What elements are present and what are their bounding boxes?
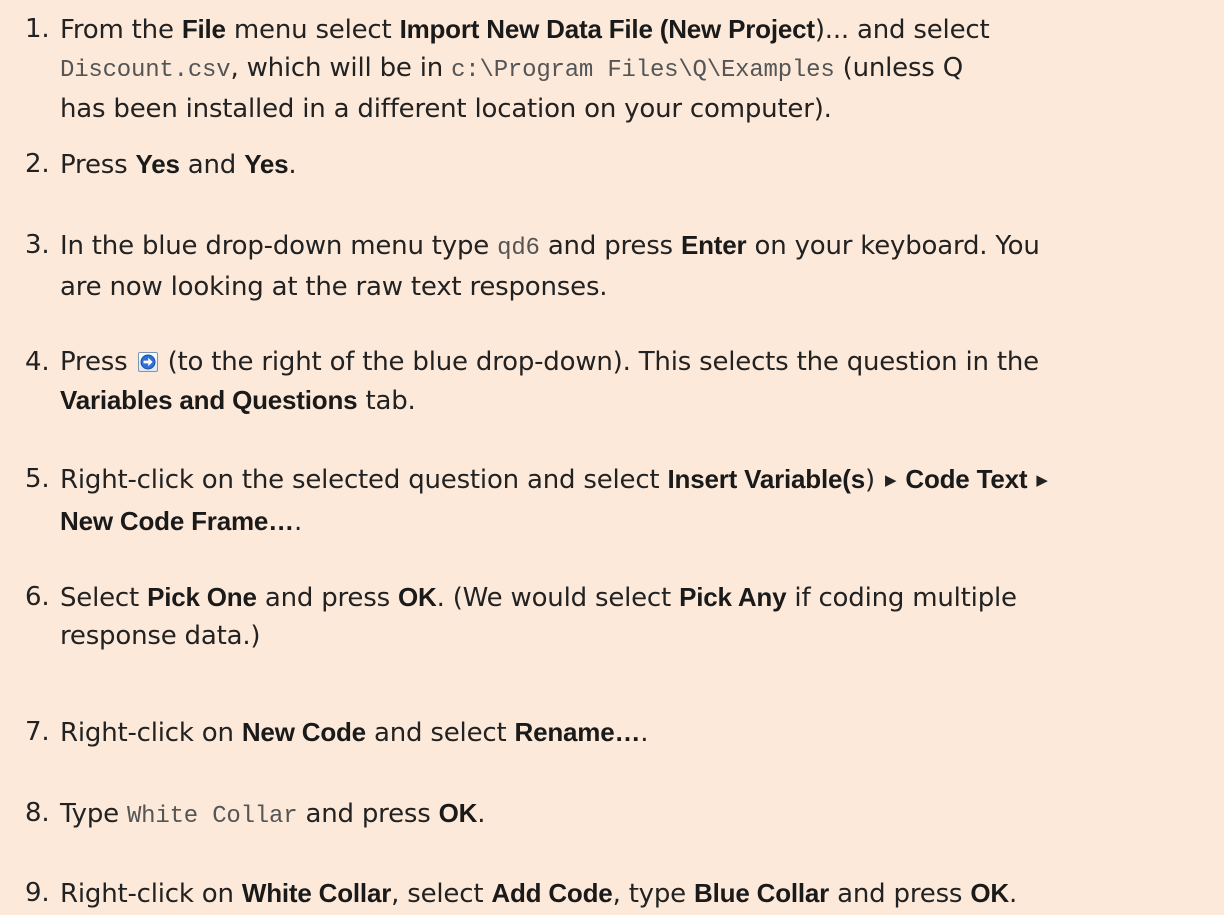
step-number: 2. — [25, 149, 50, 179]
text: . — [288, 150, 297, 180]
text: Select — [60, 583, 148, 613]
step-number: 9. — [25, 878, 50, 908]
step-line: Press (to the right of the blue drop-dow… — [60, 343, 1210, 381]
step-number: 6. — [25, 582, 50, 612]
instructions-page: 1. From the File menu select Import New … — [0, 0, 1224, 915]
step-line: response data.) — [60, 617, 1210, 655]
yes-label: Yes — [244, 149, 289, 179]
step-text: Right-click on White Collar, select Add … — [60, 874, 1224, 913]
text: Right-click on — [60, 879, 242, 909]
text: )... and select — [814, 15, 990, 45]
step-line: New Code Frame…. — [60, 502, 1210, 541]
step-number: 8. — [25, 798, 50, 828]
step-number: 4. — [25, 347, 50, 377]
rename-menu-label: Rename… — [514, 717, 641, 747]
step-line: Right-click on the selected question and… — [60, 460, 1210, 502]
add-code-label: Add Code — [491, 878, 613, 908]
enter-key-label: Enter — [680, 230, 747, 260]
text: . — [1008, 879, 1018, 909]
step-number: 1. — [25, 14, 50, 44]
text: if coding multiple — [786, 583, 1017, 613]
step-text: Type White Collar and press OK. — [60, 794, 1210, 836]
text: (to the right of the blue drop-down). Th… — [159, 347, 1040, 377]
text: and press — [829, 879, 971, 909]
step-text: Right-click on the selected question and… — [60, 460, 1210, 541]
step-text: In the blue drop-down menu type qd6 and … — [60, 226, 1210, 306]
go-to-question-icon — [137, 352, 158, 372]
yes-label: Yes — [135, 149, 180, 179]
text: . — [477, 799, 486, 829]
blue-collar-label: Blue Collar — [694, 878, 830, 908]
step-line: Discount.csv, which will be in c:\Progra… — [60, 49, 1210, 90]
step-line: Press Yes and Yes. — [60, 145, 1210, 184]
step-text: Right-click on New Code and select Renam… — [60, 713, 1210, 752]
file-menu-label: File — [181, 14, 226, 44]
text: and press — [297, 799, 439, 829]
code-text-menu-label: Code Text — [898, 464, 1035, 494]
variables-tab-label: Variables and Questions — [60, 385, 358, 415]
step-line: Select Pick One and press OK. (We would … — [60, 578, 1210, 617]
step-line: Variables and Questions tab. — [60, 381, 1210, 420]
step-line: Right-click on White Collar, select Add … — [60, 874, 1224, 913]
text: are now looking at the raw text response… — [60, 272, 608, 302]
text: and press — [256, 583, 398, 613]
text: has been installed in a different locati… — [60, 94, 832, 124]
typed-text: qd6 — [497, 235, 540, 262]
new-code-frame-menu-label: New Code Frame… — [60, 506, 294, 536]
step-line: has been installed in a different locati… — [60, 90, 1210, 128]
text: Press — [60, 347, 136, 377]
text: , which will be in — [230, 53, 452, 83]
import-menu-item-label: Import New Data File (New Project — [399, 14, 815, 44]
text: and — [179, 150, 245, 180]
typed-text: White Collar — [126, 803, 298, 830]
text: Type — [60, 799, 127, 829]
step-line: Type White Collar and press OK. — [60, 794, 1210, 836]
text: In the blue drop-down menu type — [60, 231, 498, 261]
step-text: Press (to the right of the blue drop-dow… — [60, 343, 1210, 420]
text: , select — [391, 879, 492, 909]
step-line: Right-click on New Code and select Renam… — [60, 713, 1210, 752]
step-number: 5. — [25, 464, 50, 494]
ok-label: OK — [398, 582, 437, 612]
text: Press — [60, 150, 136, 180]
text: Right-click on the selected question and… — [60, 465, 668, 495]
text: , type — [612, 879, 695, 909]
white-collar-label: White Collar — [241, 878, 392, 908]
text: From the — [60, 15, 182, 45]
step-text: From the File menu select Import New Dat… — [60, 10, 1210, 128]
text: and select — [365, 718, 515, 748]
step-line: are now looking at the raw text response… — [60, 268, 1210, 306]
text: tab. — [357, 386, 416, 416]
insert-variables-menu-label: Insert Variable(s — [667, 464, 866, 494]
step-text: Select Pick One and press OK. (We would … — [60, 578, 1210, 655]
text: menu select — [225, 15, 400, 45]
submenu-arrow-icon: ▶ — [885, 471, 897, 489]
step-number: 3. — [25, 230, 50, 260]
text: (unless Q — [834, 53, 964, 83]
text: . (We would select — [436, 583, 680, 613]
step-line: In the blue drop-down menu type qd6 and … — [60, 226, 1210, 268]
text: ) — [864, 465, 883, 495]
text: . — [293, 507, 303, 537]
file-name: Discount.csv — [60, 57, 231, 84]
submenu-arrow-icon: ▶ — [1036, 471, 1048, 489]
step-number: 7. — [25, 717, 50, 747]
text: and press — [539, 231, 681, 261]
file-path: c:\Program Files\Q\Examples — [451, 57, 835, 84]
text: Right-click on — [60, 718, 242, 748]
text: . — [640, 718, 649, 748]
pick-one-label: Pick One — [147, 582, 257, 612]
ok-label: OK — [970, 878, 1009, 908]
text: on your keyboard. You — [746, 231, 1040, 261]
text: response data.) — [60, 621, 261, 651]
pick-any-label: Pick Any — [679, 582, 787, 612]
ok-label: OK — [438, 798, 478, 828]
step-line: From the File menu select Import New Dat… — [60, 10, 1210, 49]
new-code-label: New Code — [241, 717, 366, 747]
step-text: Press Yes and Yes. — [60, 145, 1210, 184]
